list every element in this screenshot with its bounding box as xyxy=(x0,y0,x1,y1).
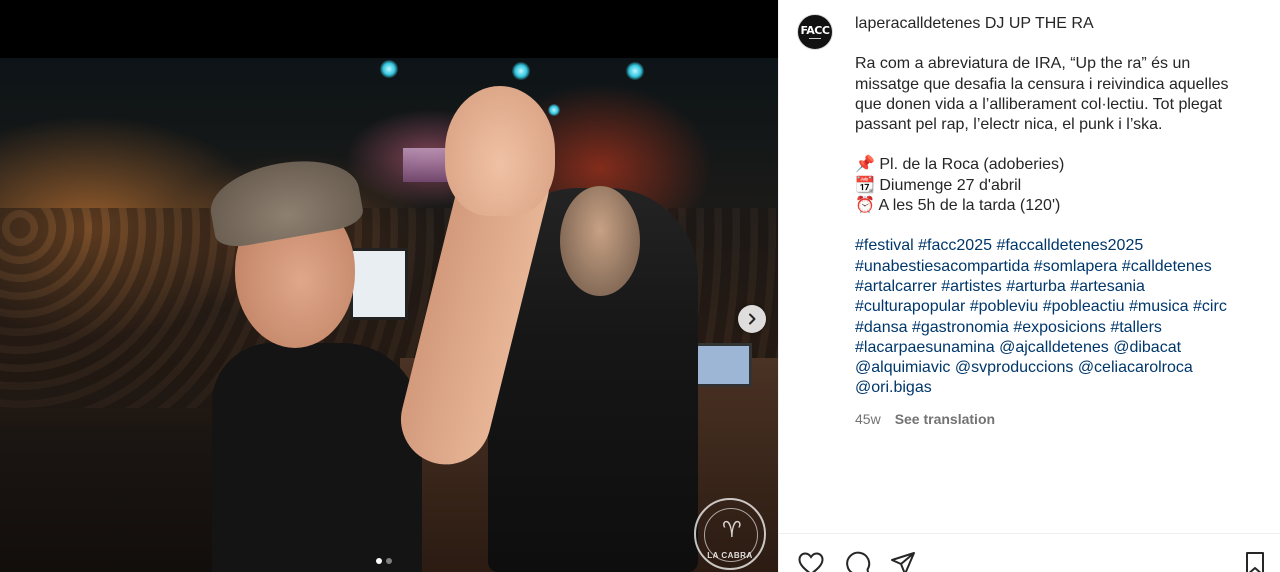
goat-icon: ♈ xyxy=(722,518,742,543)
detail-location: 📌 Pl. de la Roca (adoberies) xyxy=(855,155,1257,175)
hashtag-link[interactable]: #pobleviu xyxy=(970,298,1039,315)
post-title: DJ UP THE RA xyxy=(984,15,1094,32)
mention-link[interactable]: @dibacat xyxy=(1113,339,1181,356)
watermark-text: LA CABRA xyxy=(707,551,753,560)
hashtag-link[interactable]: #exposicions xyxy=(1013,319,1106,336)
stage-light xyxy=(380,60,398,78)
hashtag-line: #culturapopular #pobleviu #pobleactiu #m… xyxy=(855,297,1257,317)
post-details-panel: FACC ▬▬▬▬ laperacalldetenes DJ UP THE RA… xyxy=(778,0,1280,572)
hashtag-link[interactable]: #faccalldetenes2025 xyxy=(996,237,1143,254)
bookmark-icon[interactable] xyxy=(1241,550,1269,572)
hashtag-line: #artalcarrer #artistes #arturba #artesan… xyxy=(855,277,1257,297)
detail-date-text: Diumenge 27 d'abril xyxy=(879,176,1022,194)
hashtag-link[interactable]: #lacarpaesunamina xyxy=(855,339,995,356)
stage-light xyxy=(626,62,644,80)
share-icon[interactable] xyxy=(889,550,917,572)
hashtag-line: #festival #facc2025 #faccalldetenes2025 xyxy=(855,236,1257,256)
hashtag-link[interactable]: #gastronomia xyxy=(912,319,1009,336)
detail-date: 📆 Diumenge 27 d'abril xyxy=(855,176,1257,196)
chevron-right-icon xyxy=(749,313,756,325)
carousel-dot xyxy=(386,558,392,564)
hashtag-link[interactable]: #musica xyxy=(1129,298,1189,315)
post-time[interactable]: 45w xyxy=(855,411,881,427)
carousel-dot xyxy=(376,558,382,564)
hashtag-line: #unabestiesacompartida #somlapera #calld… xyxy=(855,257,1257,277)
hashtag-link[interactable]: #somlapera xyxy=(1034,258,1118,275)
carousel-indicator xyxy=(376,558,392,564)
dj-head xyxy=(560,186,640,296)
hashtag-link[interactable]: #unabestiesacompartida xyxy=(855,258,1029,275)
dj-monitor xyxy=(350,248,408,320)
avatar[interactable]: FACC ▬▬▬▬ xyxy=(797,14,833,50)
post-media[interactable]: ♈ LA CABRA xyxy=(0,0,778,572)
hashtag-link[interactable]: #artesania xyxy=(1070,278,1145,295)
hashtag-link[interactable]: #artistes xyxy=(941,278,1001,295)
divider xyxy=(779,533,1280,534)
hashtag-link[interactable]: #facc2025 xyxy=(918,237,992,254)
mention-link[interactable]: @alquimiavic xyxy=(855,359,950,376)
hashtag-link[interactable]: #calldetenes xyxy=(1122,258,1212,275)
hashtag-link[interactable]: #tallers xyxy=(1110,319,1162,336)
alarm-clock-icon: ⏰ xyxy=(855,197,875,215)
mention-link[interactable]: @ajcalldetenes xyxy=(999,339,1109,356)
hashtag-link[interactable]: #culturapopular xyxy=(855,298,965,315)
mention-link[interactable]: @celiacarolroca xyxy=(1078,359,1193,376)
hashtag-line: #dansa #gastronomia #exposicions #taller… xyxy=(855,318,1257,338)
username-link[interactable]: laperacalldetenes xyxy=(855,15,980,32)
detail-time: ⏰ A les 5h de la tarda (120') xyxy=(855,196,1257,216)
hashtag-link[interactable]: #arturba xyxy=(1006,278,1066,295)
mention-link[interactable]: @svproduccions xyxy=(955,359,1074,376)
detail-time-text: A les 5h de la tarda (120') xyxy=(878,197,1061,215)
hashtag-link[interactable]: #festival xyxy=(855,237,914,254)
avatar-text: FACC xyxy=(800,23,830,37)
calendar-icon: 📆 xyxy=(855,176,875,194)
hashtag-block: #festival #facc2025 #faccalldetenes2025 … xyxy=(855,236,1257,398)
laptop xyxy=(690,343,752,387)
detail-location-text: Pl. de la Roca (adoberies) xyxy=(879,156,1065,174)
carousel-next-button[interactable] xyxy=(738,305,766,333)
hashtag-link[interactable]: #circ xyxy=(1193,298,1227,315)
comment-icon[interactable] xyxy=(843,550,871,572)
post-photo xyxy=(0,58,778,572)
event-details: 📌 Pl. de la Roca (adoberies) 📆 Diumenge … xyxy=(855,155,1257,216)
action-bar xyxy=(797,550,917,572)
hashtag-link[interactable]: #pobleactiu xyxy=(1043,298,1125,315)
stage-light xyxy=(548,104,560,116)
post-caption: laperacalldetenes DJ UP THE RA Ra com a … xyxy=(855,14,1257,399)
avatar-subtext: ▬▬▬▬ xyxy=(809,35,821,40)
dj-front-body xyxy=(212,343,422,572)
pin-icon: 📌 xyxy=(855,156,875,174)
heart-icon[interactable] xyxy=(797,550,825,572)
watermark-logo: ♈ LA CABRA xyxy=(694,498,766,570)
post-meta: 45w See translation xyxy=(855,411,995,427)
mention-link[interactable]: @ori.bigas xyxy=(855,379,932,396)
see-translation-button[interactable]: See translation xyxy=(895,411,995,427)
hashtag-line: @ori.bigas xyxy=(855,378,1257,398)
stage-light xyxy=(512,62,530,80)
raised-hand xyxy=(445,86,555,216)
hashtag-link[interactable]: #artalcarrer xyxy=(855,278,937,295)
hashtag-line: #lacarpaesunamina @ajcalldetenes @dibaca… xyxy=(855,338,1257,358)
hashtag-line: @alquimiavic @svproduccions @celiacarolr… xyxy=(855,358,1257,378)
caption-body: Ra com a abreviatura de IRA, “Up the ra”… xyxy=(855,55,1229,134)
hashtag-link[interactable]: #dansa xyxy=(855,319,908,336)
